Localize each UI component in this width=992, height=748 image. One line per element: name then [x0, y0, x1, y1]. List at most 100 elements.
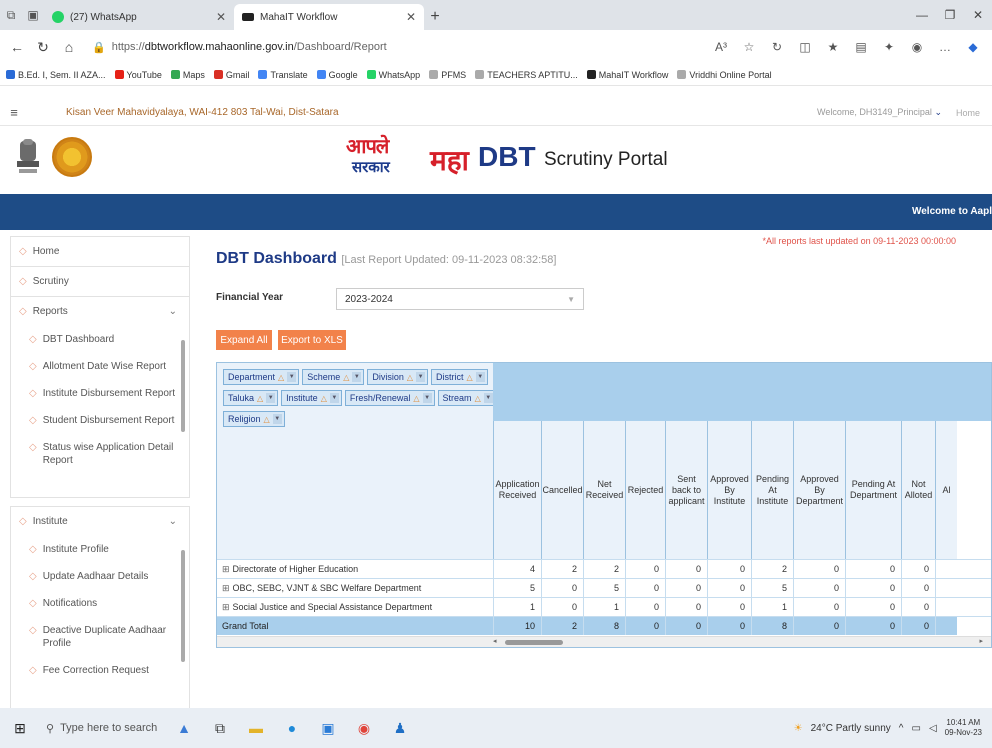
submenu-scrollbar[interactable]: [181, 540, 187, 711]
sidebar-subitem[interactable]: ◇ Student Disbursement Report: [11, 407, 189, 434]
extensions-icon[interactable]: ✦: [876, 35, 902, 59]
sort-arrow-icon[interactable]: △: [257, 394, 263, 403]
pivot-filter-chip[interactable]: Scheme △ ▼: [302, 369, 365, 385]
sidebar-subitem[interactable]: ◇ Notifications: [11, 590, 189, 617]
favorites-icon[interactable]: ★: [820, 35, 846, 59]
app-pinned-icon[interactable]: ▲: [166, 708, 202, 748]
more-icon[interactable]: …: [932, 35, 958, 59]
chrome-icon[interactable]: ◉: [346, 708, 382, 748]
filter-dropdown-icon[interactable]: ▼: [329, 393, 339, 403]
filter-dropdown-icon[interactable]: ▼: [266, 393, 276, 403]
pivot-filter-chip[interactable]: Stream △ ▼: [437, 390, 496, 406]
bookmark-item[interactable]: YouTube: [114, 70, 162, 80]
pivot-filter-chip[interactable]: Taluka △ ▼: [223, 390, 279, 406]
pivot-filter-chip[interactable]: Religion △ ▼: [223, 411, 285, 427]
back-icon[interactable]: ←: [6, 35, 28, 59]
filter-dropdown-icon[interactable]: ▼: [352, 372, 362, 382]
file-explorer-icon[interactable]: ▬: [238, 708, 274, 748]
bookmark-item[interactable]: PFMS: [429, 70, 466, 80]
sidebar-subitem[interactable]: ◇ DBT Dashboard: [11, 326, 189, 353]
user-menu[interactable]: Welcome, DH3149_Principal ⌄: [817, 107, 942, 118]
expand-plus-icon[interactable]: ⊞: [222, 564, 230, 575]
bookmark-item[interactable]: Maps: [170, 70, 205, 80]
sidebar-item-institute[interactable]: ◇ Institute ⌄: [10, 506, 190, 536]
close-window-icon[interactable]: ✕: [964, 8, 992, 22]
sidebar-subitem[interactable]: ◇ Status wise Application Detail Report: [11, 434, 189, 474]
filter-dropdown-icon[interactable]: ▼: [272, 414, 282, 424]
task-view-icon[interactable]: ⧉: [202, 708, 238, 748]
sidebar-item-scrutiny[interactable]: ◇ Scrutiny: [10, 266, 190, 296]
expand-all-button[interactable]: Expand All: [216, 330, 272, 350]
home-link[interactable]: Home: [956, 108, 980, 118]
favorite-star-icon[interactable]: ☆: [736, 35, 762, 59]
copilot-icon[interactable]: ◆: [960, 35, 986, 59]
tab-mahait-workflow[interactable]: MahaIT Workflow ✕: [234, 4, 424, 30]
horizontal-scrollbar[interactable]: ◂ ▸: [217, 636, 991, 647]
home-icon[interactable]: ⌂: [58, 35, 80, 59]
bookmark-item[interactable]: Gmail: [213, 70, 249, 80]
collections-icon[interactable]: ▤: [848, 35, 874, 59]
pivot-filter-chip[interactable]: Institute △ ▼: [281, 390, 342, 406]
minimize-icon[interactable]: —: [908, 8, 936, 22]
url-field[interactable]: 🔒 https://dbtworkflow.mahaonline.gov.in/…: [84, 35, 644, 59]
pivot-filter-chip[interactable]: District △ ▼: [431, 369, 488, 385]
row-label[interactable]: ⊞ Social Justice and Special Assistance D…: [217, 598, 493, 616]
refresh-page-icon[interactable]: ↻: [764, 35, 790, 59]
sidebar-subitem[interactable]: ◇ Update Aadhaar Details: [11, 563, 189, 590]
row-label[interactable]: ⊞ Directorate of Higher Education: [217, 560, 493, 578]
filter-dropdown-icon[interactable]: ▼: [475, 372, 485, 382]
tray-overflow-icon[interactable]: ^: [899, 723, 904, 734]
edge-icon[interactable]: ●: [274, 708, 310, 748]
filter-dropdown-icon[interactable]: ▼: [416, 372, 426, 382]
sort-arrow-icon[interactable]: △: [264, 415, 270, 424]
sidebar-subitem[interactable]: ◇ Institute Disbursement Report: [11, 380, 189, 407]
financial-year-select[interactable]: 2023-2024 ▼: [336, 288, 584, 310]
sidebar-subitem[interactable]: ◇ Institute Profile: [11, 536, 189, 563]
people-icon[interactable]: ♟: [382, 708, 418, 748]
windows-start-icon[interactable]: ⊞: [0, 708, 40, 748]
filter-dropdown-icon[interactable]: ▼: [422, 393, 432, 403]
pivot-filter-chip[interactable]: Fresh/Renewal △ ▼: [344, 390, 435, 406]
sidebar-subitem[interactable]: ◇ Deactive Duplicate Aadhaar Profile: [11, 617, 189, 657]
bookmark-item[interactable]: B.Ed. I, Sem. II AZA...: [6, 70, 106, 80]
filter-dropdown-icon[interactable]: ▼: [483, 393, 493, 403]
weather-text[interactable]: 24°C Partly sunny: [811, 723, 891, 734]
photos-icon[interactable]: ▣: [310, 708, 346, 748]
sort-arrow-icon[interactable]: △: [321, 394, 327, 403]
sort-arrow-icon[interactable]: △: [413, 394, 419, 403]
sort-arrow-icon[interactable]: △: [467, 373, 473, 382]
profile-icon[interactable]: ◉: [904, 35, 930, 59]
read-aloud-icon[interactable]: A³: [708, 35, 734, 59]
sort-arrow-icon[interactable]: △: [475, 394, 481, 403]
expand-plus-icon[interactable]: ⊞: [222, 602, 230, 613]
row-label[interactable]: ⊞ OBC, SEBC, VJNT & SBC Welfare Departmen…: [217, 579, 493, 597]
taskbar-search[interactable]: ⚲ Type here to search: [40, 714, 166, 742]
clock[interactable]: 10:41 AM 09-Nov-23: [945, 718, 982, 738]
sort-arrow-icon[interactable]: △: [343, 373, 349, 382]
export-xls-button[interactable]: Export to XLS: [278, 330, 346, 350]
close-tab-icon[interactable]: ✕: [406, 10, 416, 24]
bookmark-item[interactable]: TEACHERS APTITU...: [475, 70, 578, 80]
pivot-filter-chip[interactable]: Department △ ▼: [223, 369, 300, 385]
new-tab-button[interactable]: +: [424, 4, 446, 30]
sidebar-item-home[interactable]: ◇ Home: [10, 236, 190, 266]
tab-actions-icon[interactable]: ▣: [22, 0, 44, 30]
bookmark-item[interactable]: Vriddhi Online Portal: [677, 70, 772, 80]
menu-toggle-icon[interactable]: ≡: [4, 103, 24, 123]
bookmark-item[interactable]: Translate: [258, 70, 308, 80]
pivot-filter-chip[interactable]: Division △ ▼: [367, 369, 429, 385]
sidebar-item-reports[interactable]: ◇ Reports ⌄: [10, 296, 190, 326]
sort-arrow-icon[interactable]: △: [278, 373, 284, 382]
bookmark-item[interactable]: MahaIT Workflow: [586, 70, 668, 80]
submenu-scrollbar[interactable]: [181, 330, 187, 493]
split-screen-icon[interactable]: ◫: [792, 35, 818, 59]
refresh-icon[interactable]: ↻: [32, 35, 54, 59]
workspaces-icon[interactable]: ⧉: [0, 0, 22, 30]
bookmark-item[interactable]: Google: [316, 70, 358, 80]
volume-icon[interactable]: ◁: [929, 723, 937, 734]
close-tab-icon[interactable]: ✕: [216, 10, 226, 24]
tab-whatsapp[interactable]: (27) WhatsApp ✕: [44, 4, 234, 30]
sort-arrow-icon[interactable]: △: [407, 373, 413, 382]
restore-icon[interactable]: ❐: [936, 8, 964, 22]
sidebar-subitem[interactable]: ◇ Fee Correction Request: [11, 657, 189, 684]
